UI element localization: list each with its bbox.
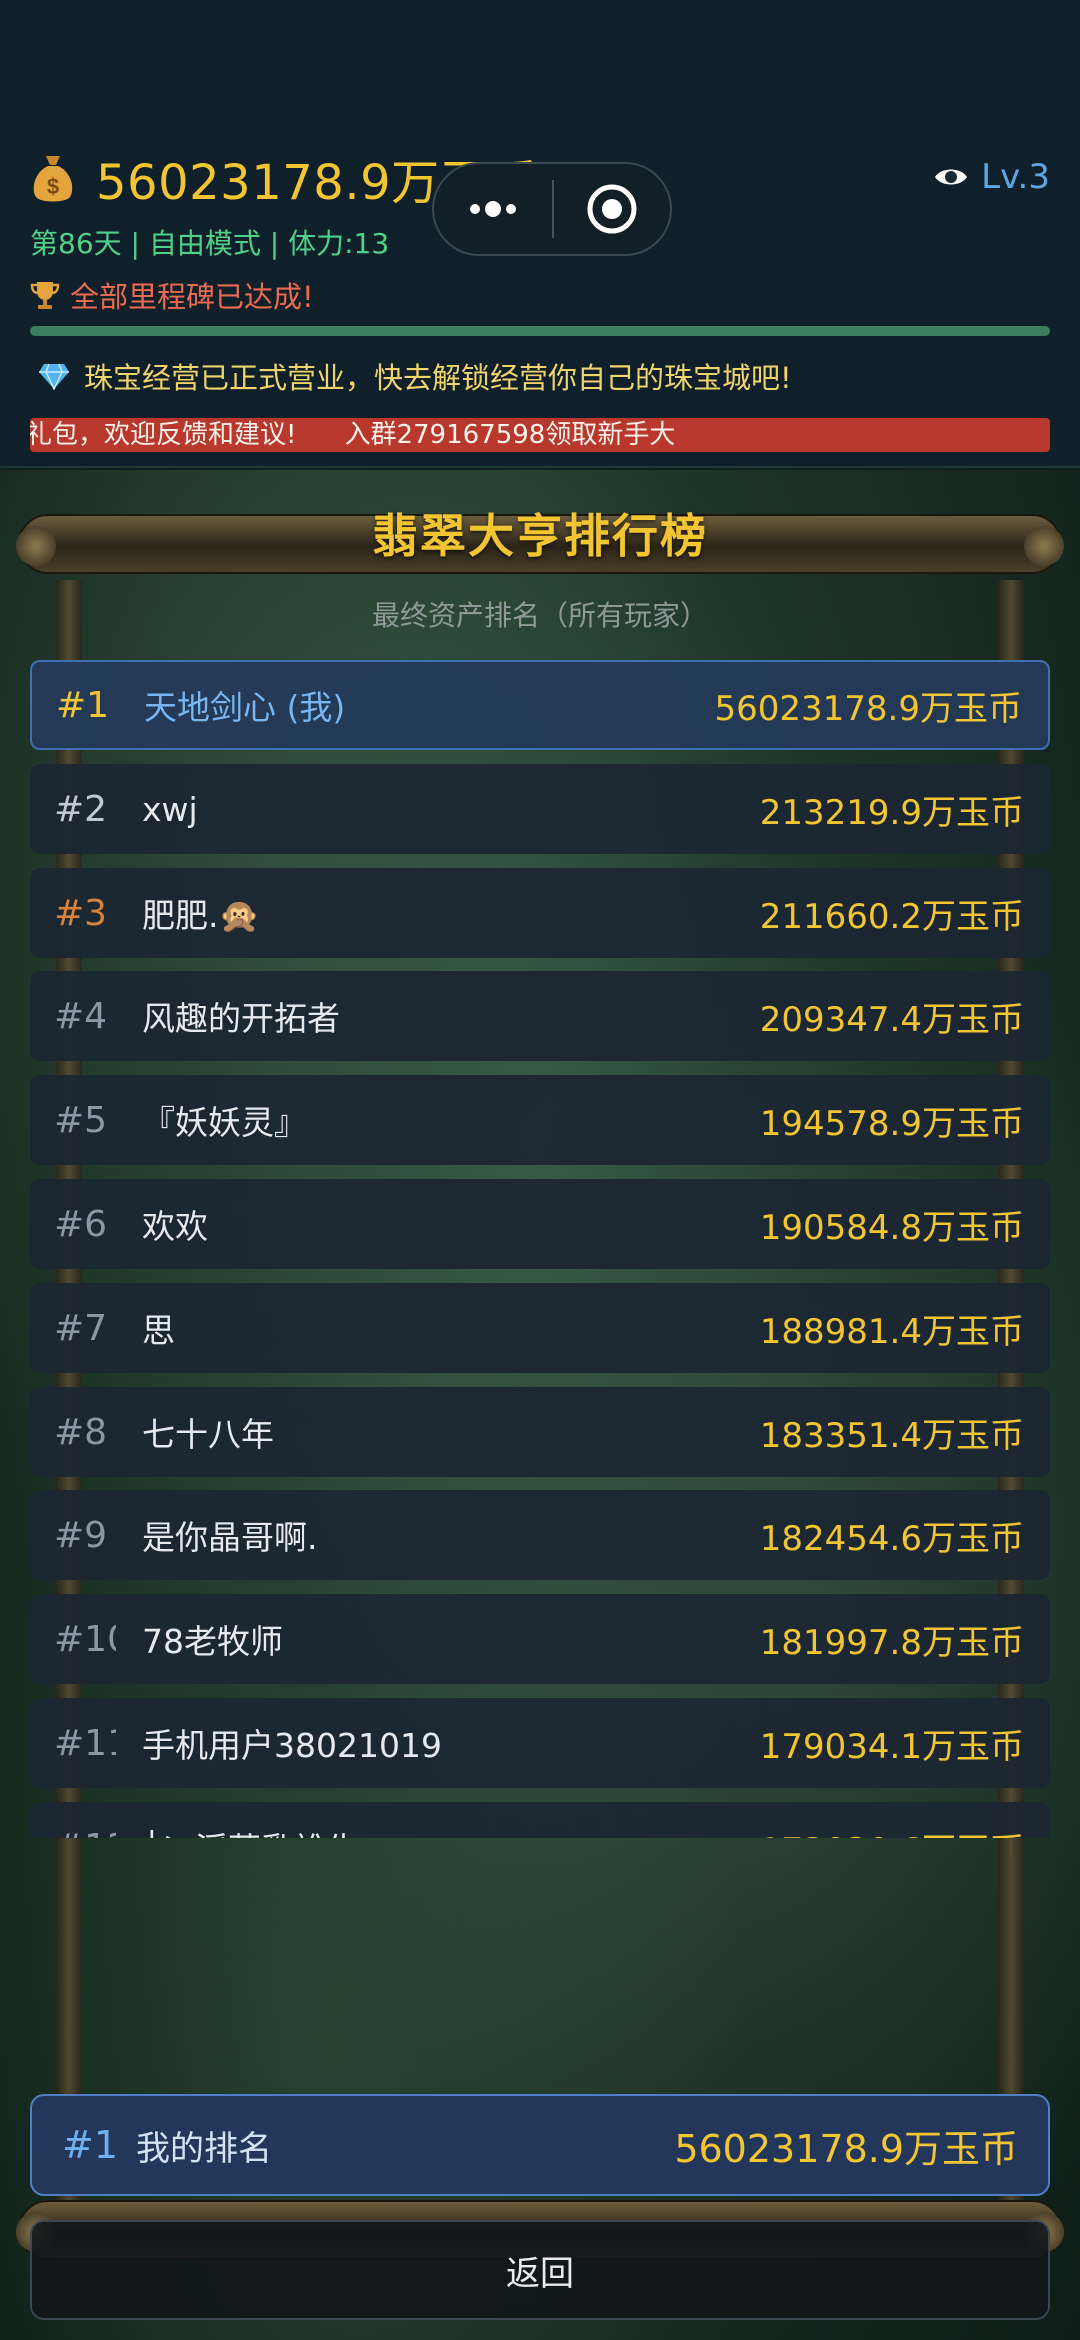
announcement-text: 珠宝经营已正式营业，快去解锁经营你自己的珠宝城吧! [84,361,792,395]
player-name: 七十八年 [142,1415,274,1454]
rank-number: #10 [54,1618,116,1660]
milestone-text: 全部里程碑已达成! [70,280,314,314]
eye-icon [935,169,968,185]
milestone-progress-bar [30,326,1050,336]
trophy-icon [30,282,60,309]
player-assets: 194578.9万玉币 [759,1103,1024,1144]
ranking-row[interactable]: #7 思 188981.4万玉币 [30,1283,1050,1373]
rank-number: #11 [54,1722,116,1764]
rank-number: #8 [54,1411,108,1453]
ranking-row[interactable]: #3 肥肥.🙊 211660.2万玉币 [30,868,1050,958]
ticker-text-2: 入群279167598领取新手大 [344,420,676,450]
player-name: 78老牧师 [142,1622,283,1661]
ticker-text-1: 礼包，欢迎反馈和建议! [30,420,297,450]
player-assets: 188981.4万玉币 [759,1311,1024,1352]
back-button[interactable]: 返回 [30,2220,1050,2320]
ranking-row[interactable]: #1 天地剑心 (我) 56023178.9万玉币 [30,660,1050,750]
ranking-row[interactable]: #12╰＞浮華亂誰生173020.6万玉币 [30,1802,1050,1838]
progress-fill [30,326,1050,336]
player-assets: 190584.8万玉币 [759,1207,1024,1248]
leaderboard-title: 翡翠大亨排行榜 [372,509,708,563]
ranking-row[interactable]: #4 风趣的开拓者 209347.4万玉币 [30,971,1050,1061]
level-label: Lv.3 [981,157,1050,197]
player-name: 风趣的开拓者 [142,999,340,1038]
my-rank-number: #1 [62,2123,119,2167]
player-assets: 213219.9万玉币 [759,792,1024,833]
ranking-row[interactable]: #10 78老牧师 181997.8万玉币 [30,1594,1050,1684]
rank-number: #4 [54,995,108,1037]
my-rank-bar: #1 我的排名 56023178.9万玉币 [30,2094,1050,2196]
more-button[interactable] [434,164,552,254]
game-status-line: 第86天 | 自由模式 | 体力:13 [30,227,390,260]
player-name: 天地剑心 (我) [144,688,346,727]
player-assets: 173020.6万玉币 [760,1823,1050,1839]
rank-number: #7 [54,1307,108,1349]
level-indicator[interactable]: Lv.3 [933,152,1050,202]
player-assets: 183351.4万玉币 [759,1415,1024,1456]
ranking-row[interactable]: #2 xwj 213219.9万玉币 [30,764,1050,854]
player-name: xwj [142,789,198,829]
ranking-row[interactable]: #9 是你晶哥啊. 182454.6万玉币 [30,1490,1050,1580]
rank-number: #12 [30,1827,116,1839]
rank-number: #1 [56,684,110,726]
milestone-status: 全部里程碑已达成! [30,274,314,316]
ranking-row[interactable]: #8 七十八年 183351.4万玉币 [30,1387,1050,1477]
ranking-row[interactable]: #5 『妖妖灵』 194578.9万玉币 [30,1075,1050,1165]
player-name: 肥肥.🙊 [142,896,260,935]
rank-number: #5 [54,1099,108,1141]
my-rank-value: 56023178.9万玉币 [674,2126,1018,2171]
player-name: 思 [142,1311,175,1350]
status-header: $ 56023178.9万玉币 Lv.3 第86天 | 自由模式 | 体力:13 [0,0,1080,468]
rank-number: #6 [54,1203,108,1245]
my-rank-label: 我的排名 [136,2128,273,2169]
ranking-row[interactable]: #6 欢欢 190584.8万玉币 [30,1179,1050,1269]
rank-number: #9 [54,1514,108,1556]
player-assets: 211660.2万玉币 [759,896,1024,937]
leaderboard-subtitle: 最终资产排名（所有玩家） [371,599,708,632]
money-bag-icon: $ [33,156,73,202]
player-name: ╰＞浮華亂誰生 [116,1823,760,1838]
player-assets: 56023178.9万玉币 [714,688,1023,729]
rank-number: #2 [54,788,108,830]
player-assets: 181997.8万玉币 [759,1622,1024,1663]
rank-number: #3 [54,892,108,934]
scrolling-ticker[interactable]: 礼包，欢迎反馈和建议! 入群279167598领取新手大 [30,418,1050,452]
gem-icon [39,363,69,390]
miniprogram-capsule [432,162,672,256]
player-name: 手机用户38021019 [142,1726,442,1765]
player-assets: 209347.4万玉币 [759,999,1024,1040]
player-name: 『妖妖灵』 [142,1103,307,1142]
player-name: 欢欢 [142,1207,208,1246]
player-assets: 182454.6万玉币 [759,1518,1024,1559]
leaderboard-panel: 翡翠大亨排行榜 最终资产排名（所有玩家） #1 天地剑心 (我) 56023178.… [0,470,1080,2340]
svg-text:$: $ [47,174,59,199]
target-close-icon [587,184,637,234]
player-name: 是你晶哥啊. [142,1518,318,1557]
ranking-list[interactable]: #1 天地剑心 (我) 56023178.9万玉币 #2 xwj 213219.9万玉币 #… [30,660,1050,1838]
player-assets: 179034.1万玉币 [759,1726,1024,1767]
ranking-row[interactable]: #11 手机用户38021019 179034.1万玉币 [30,1698,1050,1788]
close-button[interactable] [554,164,670,254]
more-dots-icon [470,201,516,217]
announcement[interactable]: 珠宝经营已正式营业，快去解锁经营你自己的珠宝城吧! [38,354,792,398]
